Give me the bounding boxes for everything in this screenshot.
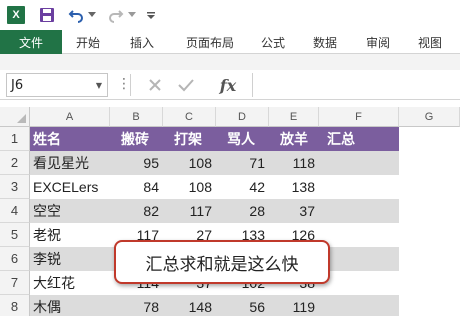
- table-header-row: 姓名 搬砖 打架 骂人 放羊 汇总: [30, 127, 399, 151]
- excel-logo-icon: X: [6, 4, 26, 26]
- row-header[interactable]: 7: [0, 271, 30, 295]
- more-dots-icon[interactable]: ⋮: [117, 76, 131, 92]
- column-header[interactable]: D: [216, 107, 269, 127]
- table-cell[interactable]: [319, 247, 399, 271]
- table-row: 看见星光 95 108 71 118: [30, 151, 399, 175]
- save-button[interactable]: [36, 4, 58, 26]
- table-cell[interactable]: 老祝: [30, 223, 110, 247]
- table-cell[interactable]: 56: [216, 295, 269, 316]
- close-icon: [149, 79, 161, 91]
- tab-data[interactable]: 数据: [296, 30, 354, 54]
- excel-logo-text: X: [7, 6, 25, 24]
- table-cell[interactable]: 78: [110, 295, 163, 316]
- table-cell[interactable]: 李锐: [30, 247, 110, 271]
- row-header[interactable]: 3: [0, 175, 30, 199]
- table-cell[interactable]: 71: [216, 151, 269, 175]
- table-cell[interactable]: 42: [216, 175, 269, 199]
- cancel-button[interactable]: [143, 73, 167, 97]
- table-cell[interactable]: 看见星光: [30, 151, 110, 175]
- column-header[interactable]: F: [319, 107, 399, 127]
- worksheet-grid: A B C D E F G 1 2 3 4 5 6 7 8 姓名 搬砖 打架 骂…: [0, 107, 460, 316]
- table-cell[interactable]: [319, 199, 399, 223]
- name-box[interactable]: J6 ▼: [6, 73, 108, 97]
- row-header[interactable]: 5: [0, 223, 30, 247]
- customize-qat-button[interactable]: [144, 4, 158, 26]
- row-header[interactable]: 8: [0, 295, 30, 316]
- tab-home[interactable]: 开始: [62, 30, 114, 54]
- divider: [130, 74, 131, 96]
- redo-button[interactable]: [106, 4, 126, 26]
- chevron-down-icon: [128, 12, 136, 17]
- table-cell[interactable]: 放羊: [277, 127, 327, 151]
- tab-formulas[interactable]: 公式: [250, 30, 296, 54]
- table-cell[interactable]: 空空: [30, 199, 110, 223]
- table-cell[interactable]: 28: [216, 199, 269, 223]
- column-header[interactable]: B: [110, 107, 163, 127]
- callout-banner: 汇总求和就是这么快: [114, 240, 330, 284]
- column-header[interactable]: A: [30, 107, 110, 127]
- redo-dropdown-button[interactable]: [126, 4, 138, 26]
- row-header[interactable]: 1: [0, 127, 30, 151]
- table-cell[interactable]: 37: [269, 199, 319, 223]
- table-cell[interactable]: 骂人: [224, 127, 277, 151]
- chevron-down-icon: [88, 12, 96, 17]
- check-icon: [178, 79, 194, 92]
- ribbon-collapsed-area: [0, 54, 460, 70]
- column-header[interactable]: C: [163, 107, 216, 127]
- tab-file[interactable]: 文件: [0, 30, 62, 54]
- table-cell[interactable]: 姓名: [30, 127, 110, 151]
- customize-icon: [147, 12, 155, 19]
- table-row: EXCELers 84 108 42 138: [30, 175, 460, 199]
- redo-icon: [109, 10, 124, 23]
- column-header[interactable]: E: [269, 107, 319, 127]
- insert-function-button[interactable]: fx: [210, 73, 246, 97]
- table-cell[interactable]: 148: [163, 295, 216, 316]
- save-icon: [40, 8, 54, 22]
- table-cell[interactable]: [319, 295, 399, 316]
- row-header[interactable]: 2: [0, 151, 30, 175]
- ribbon-tabs: 文件 开始 插入 页面布局 公式 数据 审阅 视图: [0, 30, 460, 54]
- column-header[interactable]: G: [399, 107, 460, 127]
- select-all-button[interactable]: [0, 107, 30, 127]
- table-row: 空空 82 117 28 37: [30, 199, 399, 223]
- formula-bar: J6 ▼ ⋮ fx: [0, 70, 460, 100]
- table-cell[interactable]: 汇总: [324, 127, 399, 151]
- tab-review[interactable]: 审阅: [354, 30, 402, 54]
- quick-access-toolbar: X: [0, 0, 460, 30]
- table-cell[interactable]: 木偶: [30, 295, 110, 316]
- table-cell[interactable]: 82: [110, 199, 163, 223]
- table-cell[interactable]: [319, 175, 399, 199]
- tab-view[interactable]: 视图: [402, 30, 458, 54]
- undo-button[interactable]: [66, 4, 86, 26]
- formula-input[interactable]: [252, 73, 460, 97]
- enter-button[interactable]: [174, 73, 198, 97]
- table-cell[interactable]: 138: [269, 175, 319, 199]
- table-cell[interactable]: EXCELers: [30, 175, 110, 199]
- undo-dropdown-button[interactable]: [86, 4, 98, 26]
- table-cell[interactable]: 搬砖: [118, 127, 171, 151]
- row-header[interactable]: 4: [0, 199, 30, 223]
- table-cell[interactable]: 84: [110, 175, 163, 199]
- chevron-down-icon[interactable]: ▼: [96, 81, 102, 90]
- table-row: 木偶 78 148 56 119: [30, 295, 399, 316]
- undo-icon: [68, 10, 83, 23]
- row-header[interactable]: 6: [0, 247, 30, 271]
- table-cell[interactable]: 95: [110, 151, 163, 175]
- table-cell[interactable]: 大红花: [30, 271, 110, 295]
- table-cell[interactable]: [319, 271, 399, 295]
- table-cell[interactable]: [319, 151, 399, 175]
- table-cell[interactable]: 117: [163, 199, 216, 223]
- table-cell[interactable]: 108: [163, 175, 216, 199]
- table-cell[interactable]: [319, 223, 399, 247]
- table-cell[interactable]: 打架: [171, 127, 224, 151]
- tab-page-layout[interactable]: 页面布局: [170, 30, 250, 54]
- name-box-value: J6: [11, 77, 24, 93]
- table-cell[interactable]: 118: [269, 151, 319, 175]
- tab-insert[interactable]: 插入: [114, 30, 170, 54]
- table-cell[interactable]: 108: [163, 151, 216, 175]
- table-cell[interactable]: 119: [269, 295, 319, 316]
